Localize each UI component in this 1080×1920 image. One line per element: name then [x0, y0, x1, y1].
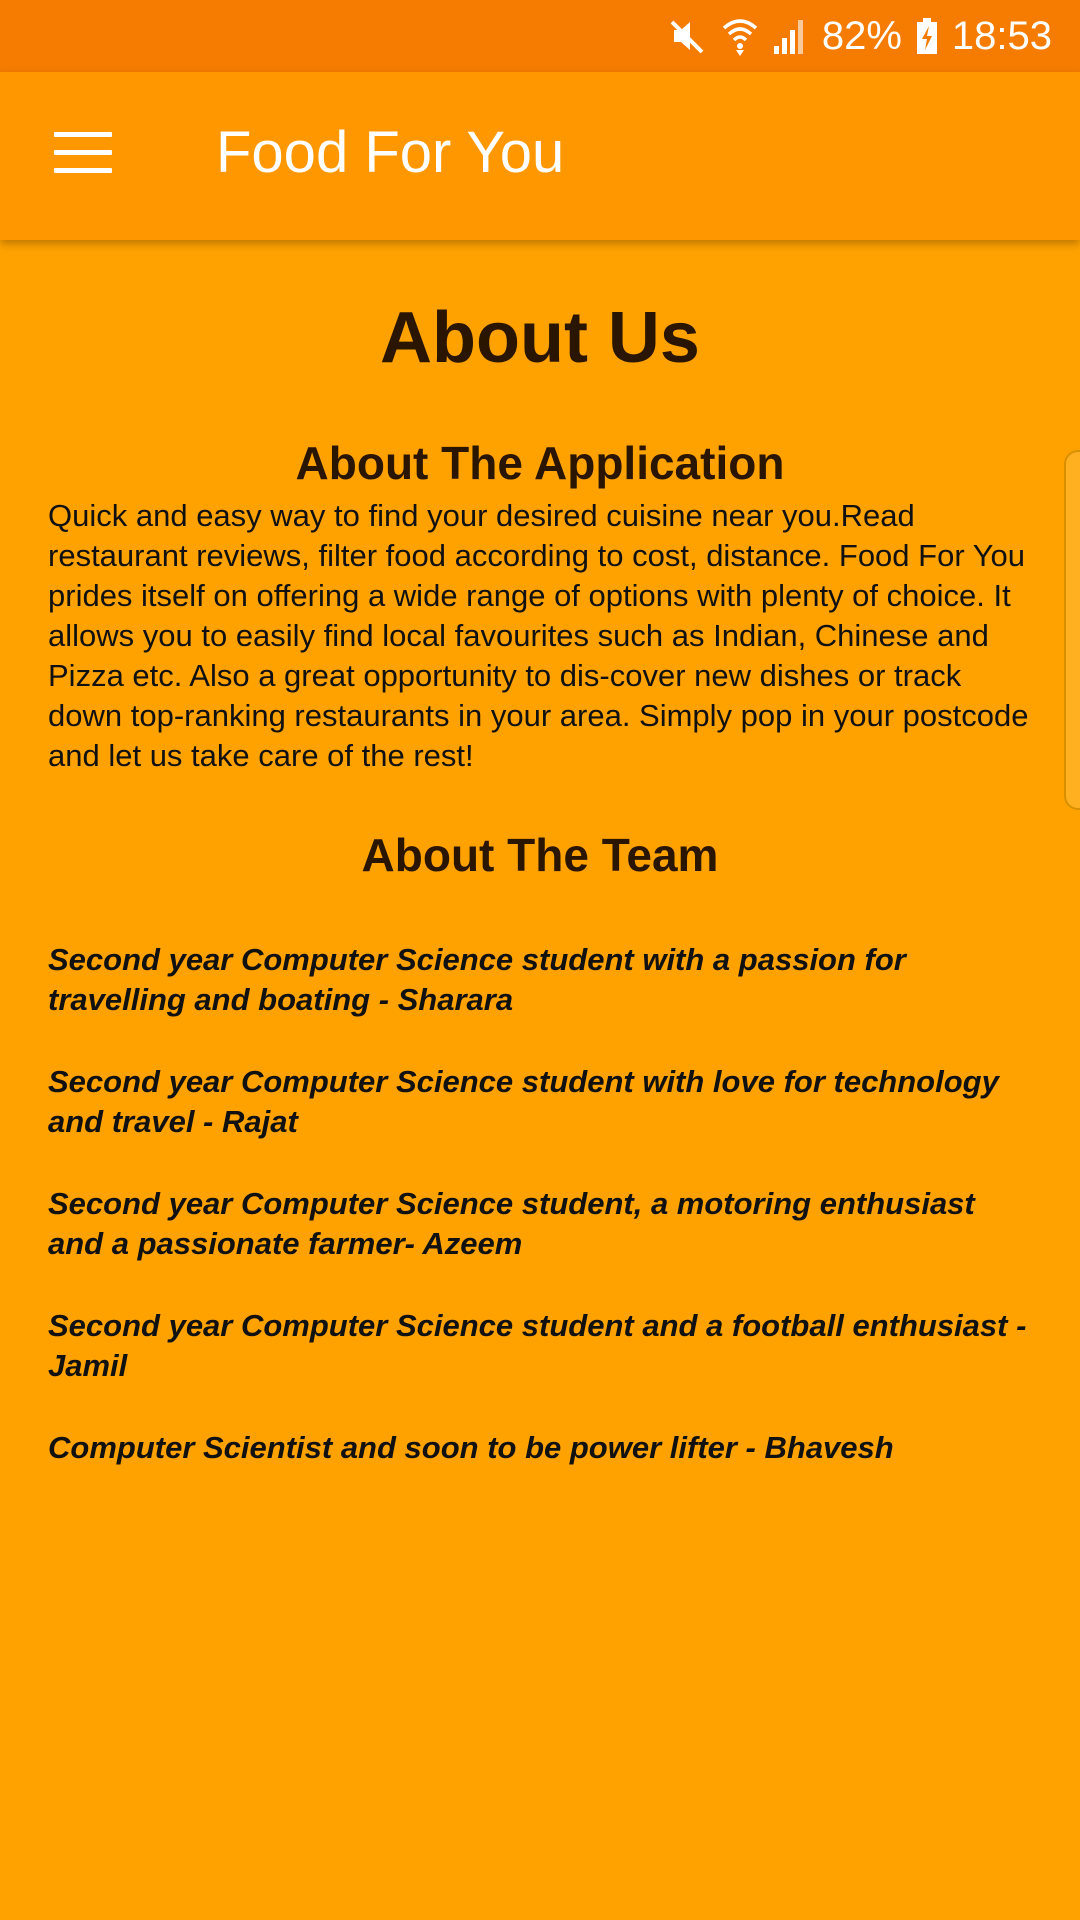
team-member-rajat: Second year Computer Science student wit… — [48, 1064, 999, 1139]
team-member-azeem: Second year Computer Science student, a … — [48, 1186, 975, 1261]
app-title: Food For You — [216, 120, 565, 185]
app-section-title: About The Application — [295, 437, 785, 489]
wifi-icon — [722, 16, 758, 56]
clock: 18:53 — [951, 13, 1052, 58]
app-bar: Food For You — [0, 72, 1080, 240]
battery-charging-icon — [916, 16, 938, 56]
team-member-jamil: Second year Computer Science student and… — [48, 1308, 1027, 1383]
status-bar: 82% 18:53 — [0, 0, 1080, 72]
mute-icon — [668, 16, 708, 56]
edge-panel-handle[interactable] — [1064, 450, 1080, 810]
page-title: About Us — [380, 298, 700, 378]
hamburger-menu-icon[interactable] — [54, 132, 112, 176]
team-member-sharara: Second year Computer Science student wit… — [48, 942, 906, 1017]
team-section-title: About The Team — [361, 829, 719, 881]
status-icons: 82% 18:53 — [668, 0, 1052, 72]
team-member-bhavesh: Computer Scientist and soon to be power … — [48, 1430, 894, 1465]
battery-percent: 82% — [821, 13, 902, 58]
team-list: Second year Computer Science student wit… — [48, 940, 1032, 1510]
app-description: Quick and easy way to find your desired … — [48, 498, 1029, 773]
signal-icon — [772, 16, 808, 56]
